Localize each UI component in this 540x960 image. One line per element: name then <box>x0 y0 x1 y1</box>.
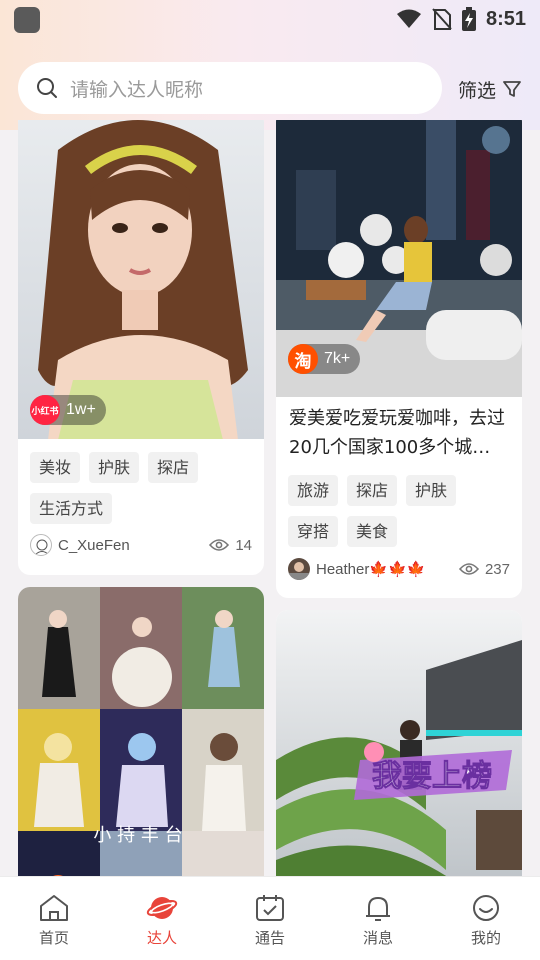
influencer-photo-collage: 小 持 丰 台 <box>18 587 264 876</box>
search-input[interactable]: 请输入达人昵称 <box>18 62 442 114</box>
wifi-icon <box>396 9 421 28</box>
tag: 美食 <box>347 516 398 547</box>
app-notification-icon <box>14 7 40 33</box>
tab-announcements[interactable]: 通告 <box>216 877 324 960</box>
home-icon <box>40 895 68 921</box>
author-row: C_XueFen 14 <box>30 532 252 558</box>
tag: 探店 <box>347 475 398 506</box>
tag-list: 美妆 护肤 探店 生活方式 <box>30 452 256 524</box>
no-sim-icon <box>432 8 452 30</box>
battery-charging-icon <box>461 7 476 31</box>
tab-label: 首页 <box>38 929 69 947</box>
xiaohongshu-logo-icon: 小红书 <box>30 395 60 425</box>
tab-label: 通告 <box>254 929 285 947</box>
tag: 旅游 <box>288 475 339 506</box>
eye-icon <box>458 563 479 575</box>
smile-icon <box>473 895 499 921</box>
tab-messages[interactable]: 消息 <box>324 877 432 960</box>
tag-list: 旅游 探店 护肤 穿搭 美食 <box>288 475 514 547</box>
tab-label: 我的 <box>470 929 501 947</box>
follower-count: 7k+ <box>324 350 351 367</box>
influencer-card[interactable]: 淘 7k+ 爱美爱吃爱玩爱咖啡，去过20几个国家100多个城… 旅游 探店 护肤… <box>276 120 522 598</box>
filter-funnel-icon <box>503 81 521 97</box>
influencer-photo <box>18 120 264 439</box>
tag: 穿搭 <box>288 516 339 547</box>
tag: 护肤 <box>406 475 457 506</box>
taobao-logo-icon: 淘 <box>288 344 318 374</box>
status-time: 8:51 <box>485 7 526 30</box>
search-icon <box>37 78 57 98</box>
filter-button[interactable]: 筛选 <box>458 74 522 104</box>
platform-badge: 小红书 1w+ <box>30 395 106 425</box>
search-placeholder: 请输入达人昵称 <box>70 78 204 101</box>
status-bar: 8:51 <box>0 0 540 38</box>
influencer-bio: 爱美爱吃爱玩爱咖啡，去过20几个国家100多个城… <box>289 408 505 458</box>
tab-home[interactable]: 首页 <box>0 877 108 960</box>
view-count-value: 237 <box>484 560 510 578</box>
tag: 探店 <box>148 452 199 483</box>
tab-profile[interactable]: 我的 <box>432 877 540 960</box>
author-name: C_XueFen <box>58 536 130 554</box>
influencer-feed[interactable]: 小红书 1w+ 美妆 护肤 探店 生活方式 C_XueFen 14 淘 7k+ … <box>0 120 540 876</box>
calendar-icon <box>256 895 284 921</box>
planet-icon <box>146 897 178 919</box>
tag: 生活方式 <box>30 493 113 524</box>
tag: 护肤 <box>89 452 140 483</box>
tab-influencers[interactable]: 达人 <box>108 877 216 960</box>
view-count: 14 <box>209 537 252 554</box>
tag: 美妆 <box>30 452 81 483</box>
view-count-value: 14 <box>235 536 252 554</box>
influencer-photo: 我要上榜 <box>276 610 522 876</box>
eye-icon <box>209 539 230 551</box>
promo-banner-text: 我要上榜 <box>372 759 492 794</box>
influencer-card[interactable]: 小 持 丰 台 <box>18 587 264 876</box>
author-avatar <box>30 534 52 556</box>
influencer-card[interactable]: 小红书 1w+ 美妆 护肤 探店 生活方式 C_XueFen 14 <box>18 120 264 575</box>
platform-badge: 淘 7k+ <box>288 344 361 374</box>
author-name: Heather🍁🍁🍁 <box>316 561 426 578</box>
bottom-tab-bar: 首页 达人 通告 消息 我的 <box>0 876 540 960</box>
follower-count: 1w+ <box>66 401 96 418</box>
author-avatar <box>288 558 310 580</box>
influencer-card[interactable]: 我要上榜 <box>276 610 522 876</box>
filter-label: 筛选 <box>458 79 497 102</box>
author-row: Heather🍁🍁🍁 237 <box>288 556 510 582</box>
view-count: 237 <box>458 560 510 578</box>
bell-icon <box>366 897 390 921</box>
collage-caption: 小 持 丰 台 <box>93 825 182 846</box>
tab-label: 达人 <box>146 929 177 947</box>
tab-label: 消息 <box>362 929 393 947</box>
